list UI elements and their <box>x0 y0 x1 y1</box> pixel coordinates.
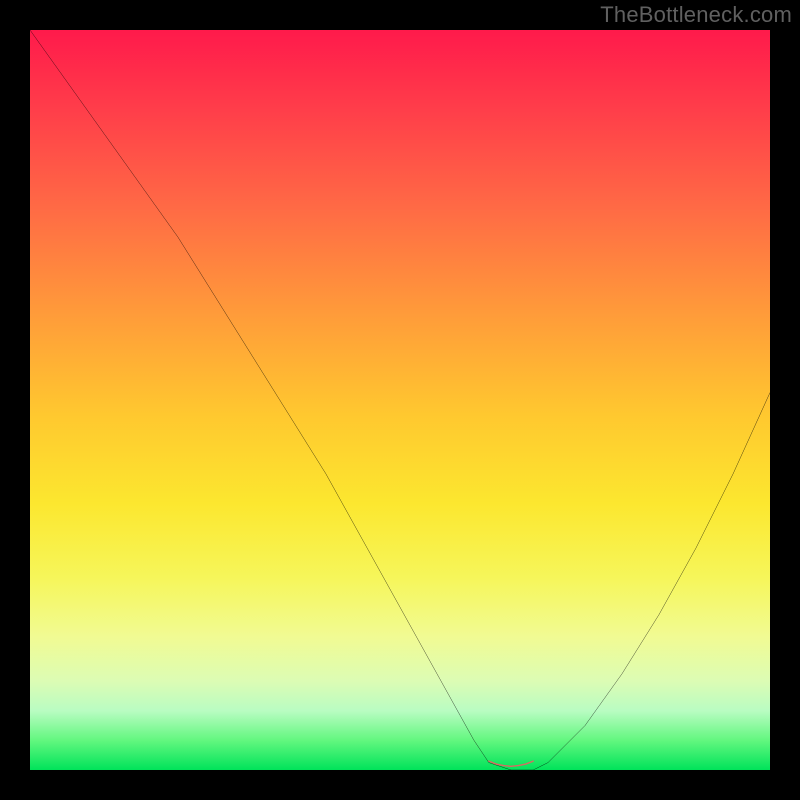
watermark-text: TheBottleneck.com <box>600 2 792 28</box>
curve-svg <box>30 30 770 770</box>
optimum-marker <box>489 761 533 766</box>
plot-area <box>30 30 770 770</box>
chart-container: TheBottleneck.com <box>0 0 800 800</box>
bottleneck-curve <box>30 30 770 770</box>
